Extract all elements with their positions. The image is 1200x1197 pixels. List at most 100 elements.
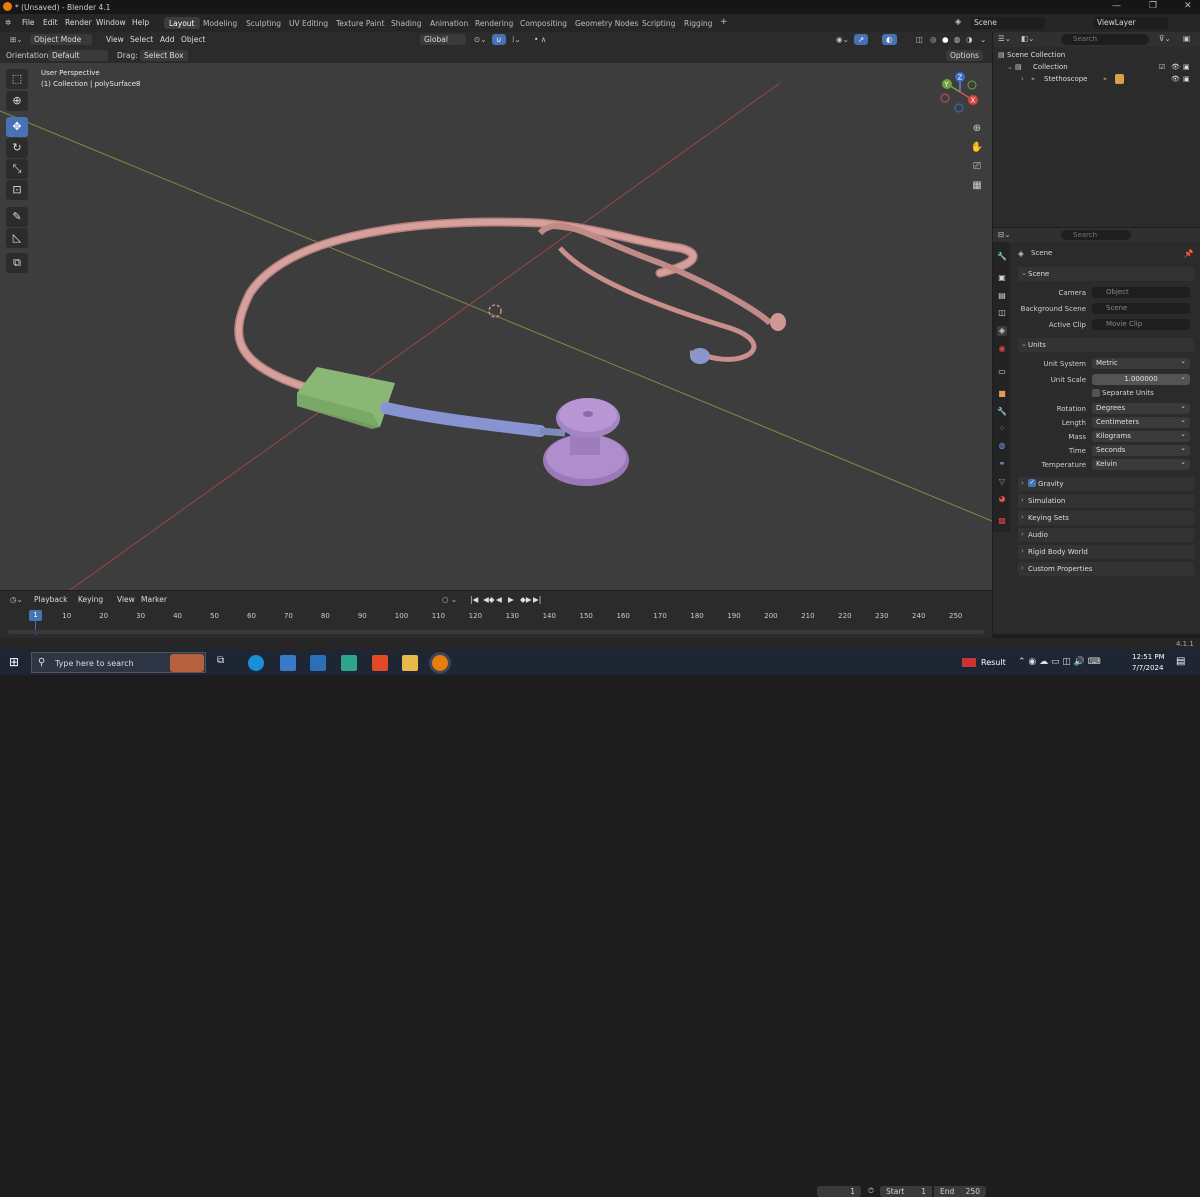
stopwatch-icon[interactable]: ⏱ [868,1186,874,1196]
scene-selector[interactable]: Scene [970,17,1045,29]
tool-tab-icon[interactable]: 🔧 [997,252,1007,262]
xray-icon[interactable]: ◫ [912,34,927,45]
weather-label[interactable]: Result [981,658,1006,667]
menu-window[interactable]: Window [96,18,126,27]
maximize-button[interactable]: ❐ [1149,1,1157,11]
gravity-panel-header[interactable]: ✓Gravity [1018,477,1194,491]
transform-tool-icon[interactable]: ⊡ [6,180,28,200]
rendered-shading-icon[interactable]: ◑ [962,34,977,45]
temperature-dropdown[interactable]: Kelvin [1092,458,1190,470]
current-frame-field[interactable]: 1 [817,1186,861,1197]
background-scene-field[interactable]: Scene [1092,303,1190,314]
simulation-panel-header[interactable]: Simulation [1018,494,1194,508]
rigid-body-world-panel-header[interactable]: Rigid Body World [1018,545,1194,559]
select-tool-icon[interactable]: ⬚ [6,69,28,89]
custom-properties-panel-header[interactable]: Custom Properties [1018,562,1194,576]
end-frame-field[interactable]: End 250 [934,1186,986,1197]
time-dropdown[interactable]: Seconds [1092,444,1190,456]
record-icon[interactable]: ○ ⌄ [438,594,461,605]
camera-icon[interactable]: ▣ [1183,75,1190,83]
units-panel-header[interactable]: Units [1018,338,1194,352]
cursor-tool-icon[interactable]: ⊕ [6,91,28,111]
checkbox-icon[interactable]: ☑ [1159,63,1165,71]
move-tool-icon[interactable]: ✥ [6,117,28,137]
length-dropdown[interactable]: Centimeters [1092,416,1190,428]
clock-date[interactable]: 7/7/2024 [1132,664,1163,672]
tab-rigging[interactable]: Rigging [679,17,717,29]
rotation-dropdown[interactable]: Degrees [1092,402,1190,414]
timeline-editor-icon[interactable]: ◷⌄ [6,594,27,605]
minimize-button[interactable]: — [1112,1,1121,11]
file-explorer-icon[interactable] [402,655,418,671]
scene-panel-header[interactable]: Scene [1018,267,1194,281]
timeline-scrollbar[interactable] [8,630,984,634]
tab-texture-paint[interactable]: Texture Paint [331,17,389,29]
menu-help[interactable]: Help [132,18,149,27]
pivot-icon[interactable]: ⊙⌄ [470,34,491,45]
snap-icon[interactable]: ∪ [492,34,506,45]
new-collection-icon[interactable]: ▣ [1183,34,1190,43]
pan-hand-icon[interactable]: ✋ [970,141,984,155]
pin-icon[interactable]: 📌 [1184,249,1193,258]
world-tab-icon[interactable]: ◉ [997,344,1007,354]
mass-dropdown[interactable]: Kilograms [1092,430,1190,442]
menu-select[interactable]: Select [126,34,157,45]
display-mode-icon[interactable]: ◧⌄ [1021,34,1034,43]
properties-search-input[interactable]: Search [1061,230,1131,240]
menu-view[interactable]: View [102,34,128,45]
tab-animation[interactable]: Animation [425,17,473,29]
brave-browser-icon[interactable] [372,655,388,671]
keying-menu[interactable]: Keying [74,594,107,605]
tray-icons[interactable]: ⌃ ◉ ☁ ▭ ◫ 🔊 ⌨ [1018,657,1101,667]
outliner-row-collection[interactable]: ⌄ ▤ Collection ☑ 👁 ▣ [993,62,1200,74]
keying-sets-panel-header[interactable]: Keying Sets [1018,511,1194,525]
separate-units-checkbox[interactable] [1092,389,1100,397]
collection-tab-icon[interactable]: ▭ [997,367,1007,377]
audio-panel-header[interactable]: Audio [1018,528,1194,542]
clock-time[interactable]: 12:51 PM [1132,653,1165,661]
close-button[interactable]: ✕ [1184,1,1192,11]
render-tab-icon[interactable]: ▣ [997,273,1007,283]
tab-uv-editing[interactable]: UV Editing [284,17,333,29]
outliner-row-scene-collection[interactable]: ▤ Scene Collection [993,50,1200,62]
zoom-icon[interactable]: ⊕ [970,122,984,136]
drag-dropdown[interactable]: Select Box [140,50,188,61]
expand-icon[interactable]: › [1021,75,1024,83]
active-clip-field[interactable]: Movie Clip [1092,319,1190,330]
annotate-tool-icon[interactable]: ✎ [6,207,28,227]
add-workspace-button[interactable]: + [715,15,733,27]
tab-layout[interactable]: Layout [164,17,200,29]
snap-target-icon[interactable]: ⁞⌄ [508,34,525,45]
task-view-icon[interactable]: ⧉ [217,655,233,671]
eye-icon[interactable]: 👁 [1171,63,1180,71]
add-cube-tool-icon[interactable]: ⧉ [6,253,28,273]
menu-file[interactable]: File [22,18,35,27]
tab-scripting[interactable]: Scripting [637,17,680,29]
windows-start-icon[interactable]: ⊞ [9,655,19,669]
gizmo-toggle-icon[interactable]: ↗ [854,34,869,45]
proportional-edit-icon[interactable]: • ∧ [530,34,550,45]
output-tab-icon[interactable]: ▤ [997,291,1007,301]
menu-edit[interactable]: Edit [43,18,58,27]
options-dropdown[interactable]: Options [946,50,983,61]
ortho-grid-icon[interactable]: ▦ [970,179,984,193]
eye-icon[interactable]: 👁 [1171,75,1180,83]
outliner-row-stethoscope[interactable]: › ⌖ Stethoscope ⌖ 👁 ▣ [993,74,1200,86]
tab-shading[interactable]: Shading [386,17,426,29]
material-tab-icon[interactable]: ◕ [997,494,1007,504]
unit-scale-field[interactable]: 1.000000 [1092,373,1190,385]
playhead[interactable]: 1 [29,610,42,621]
blender-taskbar-icon[interactable] [432,655,448,671]
particles-tab-icon[interactable]: ⁘ [997,424,1007,434]
tab-geometry-nodes[interactable]: Geometry Nodes [570,17,643,29]
filter-icon[interactable]: ⊽⌄ [1159,34,1171,43]
menu-add[interactable]: Add [156,34,179,45]
visibility-icon[interactable]: ◉⌄ [832,34,853,45]
timeline-view-menu[interactable]: View [113,594,139,605]
transform-orientation-dropdown[interactable]: Global [420,34,466,45]
tab-modeling[interactable]: Modeling [198,17,242,29]
marker-menu[interactable]: Marker [137,594,171,605]
modifier-tab-icon[interactable]: 🔧 [997,407,1007,417]
mode-dropdown[interactable]: Object Mode [30,34,92,45]
camera-icon[interactable]: ▣ [1183,63,1190,71]
